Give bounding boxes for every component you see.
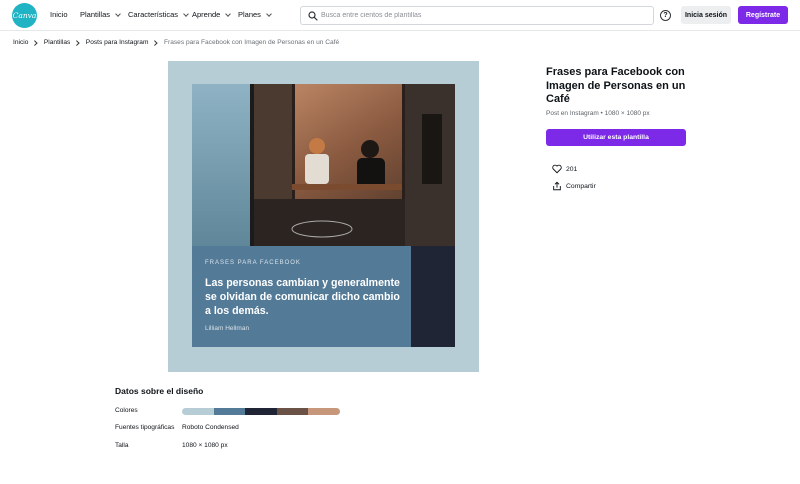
- register-button[interactable]: Regístrate: [738, 6, 788, 24]
- nav-aprende[interactable]: Aprende: [192, 10, 232, 19]
- color-swatch[interactable]: [308, 408, 340, 415]
- share-button[interactable]: Compartir: [552, 181, 596, 191]
- heart-icon: [552, 164, 562, 174]
- search-input[interactable]: [321, 9, 641, 22]
- cafe-photo-illustration: [192, 84, 455, 246]
- nav-planes-label: Planes: [238, 10, 261, 19]
- dark-accent-block: [411, 246, 455, 347]
- login-button[interactable]: Inicia sesión: [681, 6, 731, 24]
- colors-label: Colores: [115, 407, 138, 414]
- like-button[interactable]: 201: [552, 164, 577, 174]
- breadcrumb-item[interactable]: Inicio: [13, 39, 28, 46]
- size-label: Talla: [115, 442, 129, 449]
- nav-caracteristicas-label: Características: [128, 10, 179, 19]
- nav-aprende-label: Aprende: [192, 10, 221, 19]
- share-icon: [553, 181, 561, 191]
- cafe-photo: [192, 84, 455, 246]
- breadcrumb: Inicio Plantillas Posts para Instagram F…: [13, 39, 339, 46]
- use-template-button[interactable]: Utilizar esta plantilla: [546, 129, 686, 146]
- template-subtitle: Post en Instagram • 1080 × 1080 px: [546, 110, 650, 117]
- template-title: Frases para Facebook con Imagen de Perso…: [546, 66, 686, 105]
- chevron-right-icon: [32, 40, 38, 45]
- chevron-down-icon: [266, 10, 272, 17]
- template-author: Lilliam Hellman: [205, 325, 250, 332]
- fonts-label: Fuentes tipográficas: [115, 424, 175, 431]
- breadcrumb-item[interactable]: Plantillas: [44, 39, 70, 46]
- nav-plantillas-label: Plantillas: [80, 10, 111, 19]
- template-kicker: FRASES PARA FACEBOOK: [205, 260, 301, 266]
- design-facts-title: Datos sobre el diseño: [115, 386, 204, 396]
- search-icon: [308, 11, 318, 21]
- color-swatch[interactable]: [276, 408, 309, 415]
- color-swatch[interactable]: [245, 408, 277, 415]
- nav-inicio[interactable]: Inicio: [50, 10, 68, 19]
- top-header: Canva Inicio Plantillas Características …: [0, 0, 800, 31]
- breadcrumb-item[interactable]: Posts para Instagram: [86, 39, 149, 46]
- nav-inicio-label: Inicio: [50, 10, 68, 19]
- chevron-down-icon: [225, 10, 232, 17]
- nav-planes[interactable]: Planes: [238, 10, 272, 19]
- color-swatch[interactable]: [182, 408, 214, 415]
- chevron-down-icon: [115, 10, 121, 17]
- share-label: Compartir: [566, 182, 596, 190]
- color-swatch[interactable]: [213, 408, 246, 415]
- chevron-right-icon: [74, 40, 80, 45]
- fonts-value: Roboto Condensed: [182, 424, 239, 431]
- template-quote: Las personas cambian y generalmente se o…: [205, 277, 400, 317]
- breadcrumb-current: Frases para Facebook con Imagen de Perso…: [163, 39, 340, 46]
- nav-plantillas[interactable]: Plantillas: [80, 10, 121, 19]
- nav-caracteristicas[interactable]: Características: [128, 10, 189, 19]
- size-value: 1080 × 1080 px: [182, 442, 228, 449]
- likes-count: 201: [566, 165, 578, 173]
- chevron-down-icon: [183, 10, 189, 17]
- canva-logo[interactable]: Canva: [12, 3, 37, 28]
- chevron-right-icon: [152, 40, 158, 45]
- search-bar[interactable]: [300, 6, 654, 25]
- quote-panel: FRASES PARA FACEBOOK Las personas cambia…: [192, 246, 411, 347]
- help-icon[interactable]: ?: [660, 10, 671, 21]
- color-palette: [182, 408, 340, 415]
